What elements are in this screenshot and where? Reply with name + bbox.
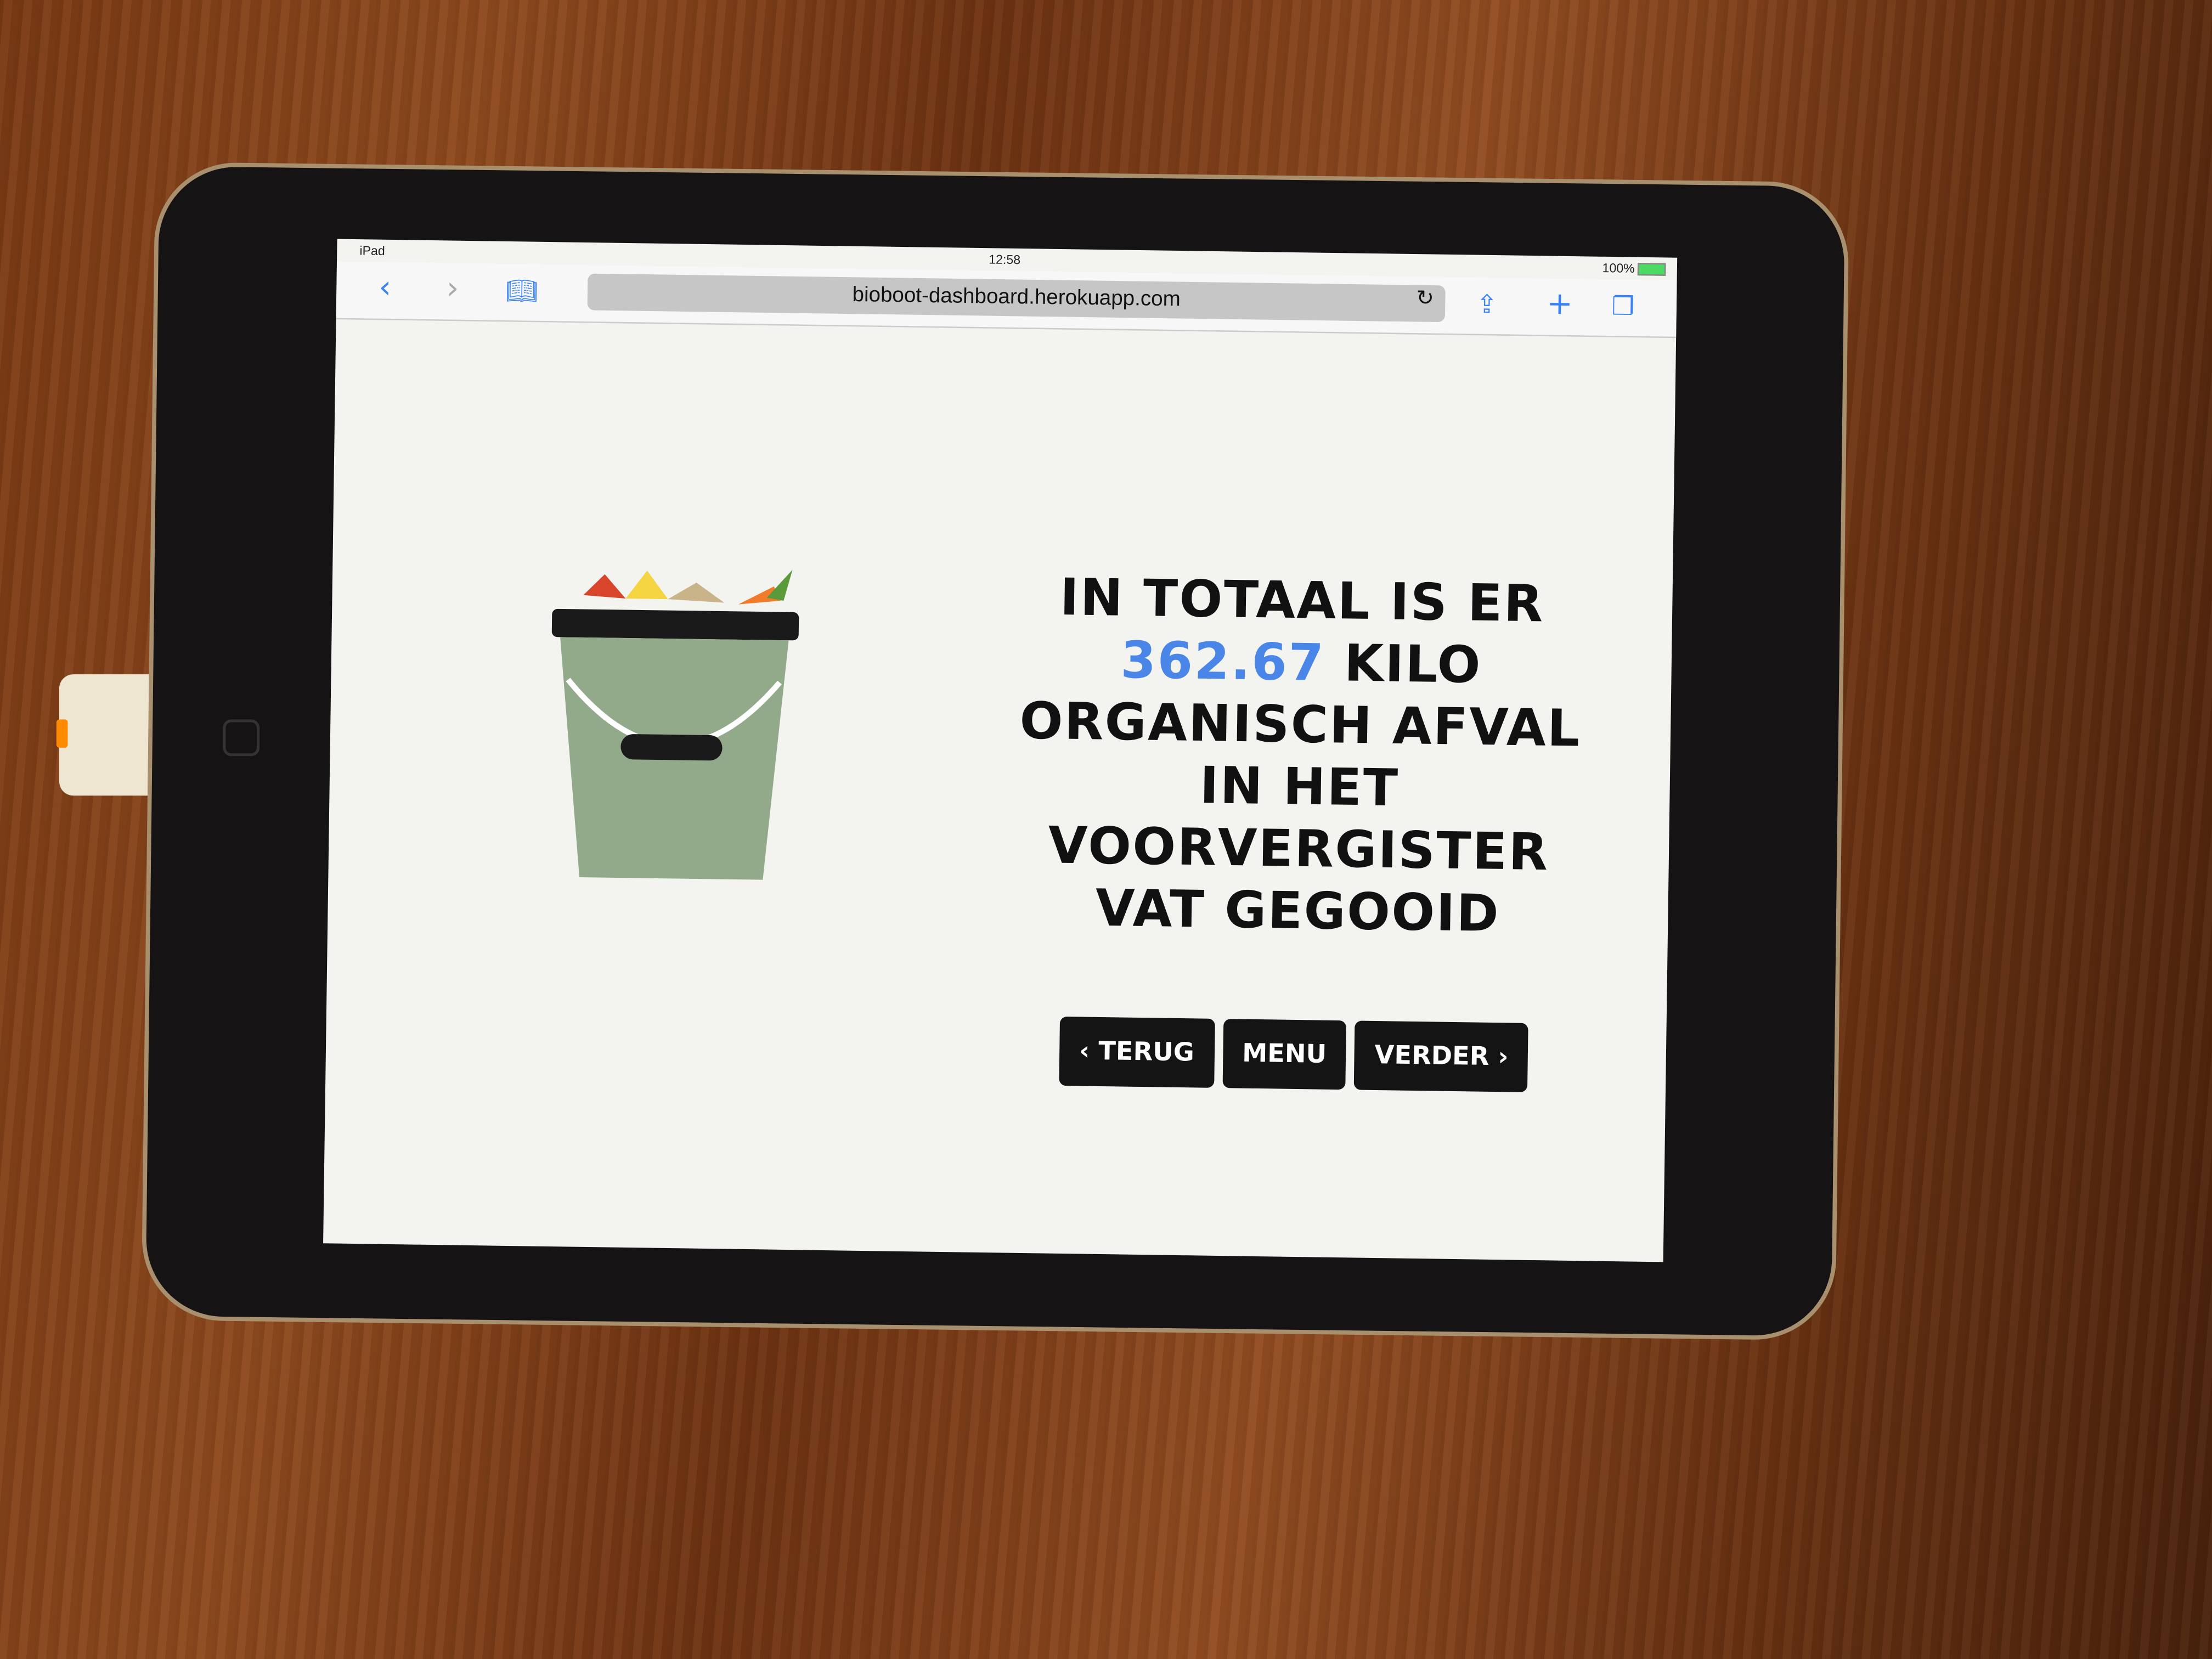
next-button[interactable]: VERDER › xyxy=(1354,1020,1529,1092)
battery-percent: 100% xyxy=(1602,261,1635,276)
bucket-illustration xyxy=(551,569,799,880)
charger-dongle xyxy=(59,674,165,796)
battery-icon xyxy=(1637,262,1666,276)
forward-icon[interactable]: › xyxy=(446,272,459,307)
led-indicator xyxy=(56,719,68,748)
menu-button[interactable]: MENU xyxy=(1222,1019,1347,1090)
photo-scene: iPad 12:58 100% ‹ › 📖︎ bioboot-dashboard… xyxy=(0,0,2212,1659)
back-button[interactable]: ‹ TERUG xyxy=(1059,1016,1215,1088)
nav-buttons: ‹ TERUG MENU VERDER › xyxy=(1059,1016,1529,1092)
headline: IN TOTAAL IS ER 362.67 KILO ORGANISCH AF… xyxy=(1005,567,1595,948)
bookmarks-icon[interactable]: 📖︎ xyxy=(505,276,538,307)
total-kilo-value: 362.67 xyxy=(1120,632,1326,693)
back-icon[interactable]: ‹ xyxy=(379,270,392,306)
new-tab-icon[interactable]: + xyxy=(1547,287,1573,323)
share-icon[interactable]: ⇪ xyxy=(1476,290,1498,320)
headline-intro: IN TOTAAL IS ER xyxy=(1059,569,1545,634)
home-button[interactable] xyxy=(223,719,260,757)
reload-icon[interactable]: ↻ xyxy=(1416,285,1434,311)
ipad-screen: iPad 12:58 100% ‹ › 📖︎ bioboot-dashboard… xyxy=(323,239,1678,1262)
address-bar[interactable]: bioboot-dashboard.herokuapp.com ↻ xyxy=(587,273,1446,323)
tabs-icon[interactable]: ❐ xyxy=(1611,292,1634,322)
clock: 12:58 xyxy=(989,252,1021,267)
url-text: bioboot-dashboard.herokuapp.com xyxy=(852,283,1181,312)
device-name: iPad xyxy=(359,243,385,258)
